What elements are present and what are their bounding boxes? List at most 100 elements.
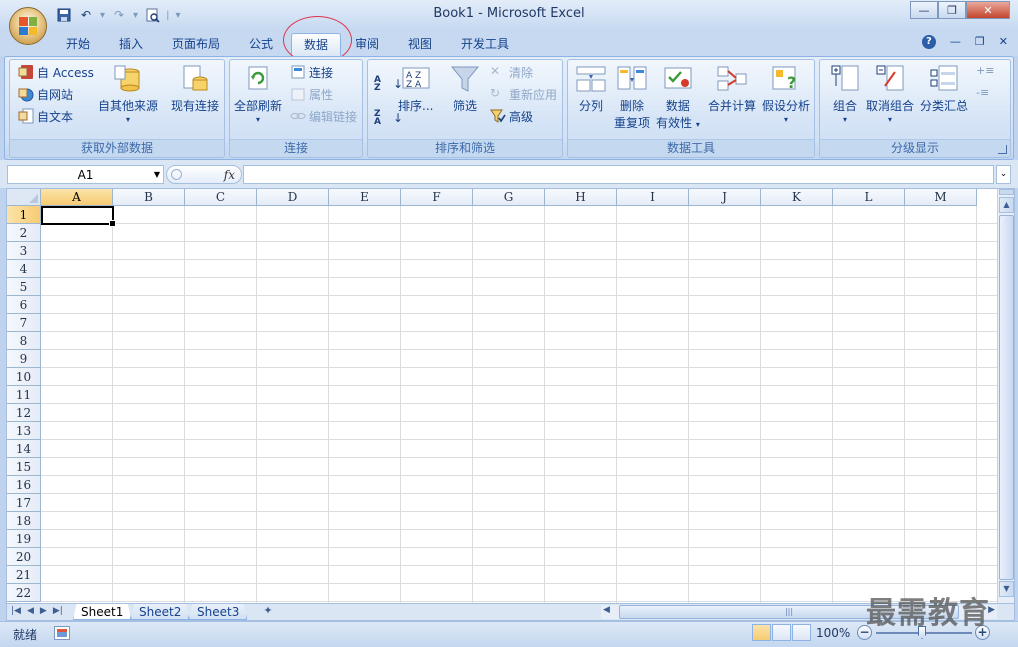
other-sources-button[interactable]: 自其他来源 ▾ [98, 64, 158, 124]
select-all-corner[interactable] [7, 189, 41, 206]
group-button[interactable]: 组合 ▾ [830, 64, 860, 124]
column-header[interactable]: H [545, 189, 617, 206]
close-button[interactable]: ✕ [966, 1, 1010, 19]
ungroup-button[interactable]: 取消组合 ▾ [866, 64, 914, 124]
last-sheet-icon[interactable]: ▶| [53, 606, 63, 616]
column-header[interactable]: C [185, 189, 257, 206]
row-header[interactable]: 20 [7, 548, 41, 566]
column-header[interactable]: L [833, 189, 905, 206]
row-header[interactable]: 11 [7, 386, 41, 404]
tab-view[interactable]: 视图 [398, 33, 442, 56]
what-if-analysis-button[interactable]: ? 假设分析 ▾ [762, 64, 810, 124]
restore-button[interactable]: ❐ [938, 1, 966, 19]
row-header[interactable]: 7 [7, 314, 41, 332]
split-box-vertical[interactable] [999, 189, 1014, 195]
column-header[interactable]: G [473, 189, 545, 206]
next-sheet-icon[interactable]: ▶ [40, 606, 47, 616]
workbook-minimize-icon[interactable]: — [950, 35, 961, 49]
data-validation-button[interactable]: 数据 有效性 ▾ [656, 64, 700, 133]
row-header[interactable]: 19 [7, 530, 41, 548]
sort-button[interactable]: A ZZ A 排序... [398, 64, 433, 115]
row-header[interactable]: 8 [7, 332, 41, 350]
consolidate-button[interactable]: 合并计算 [708, 64, 756, 115]
cell-grid[interactable] [41, 206, 999, 603]
sheet-tab-sheet3[interactable]: Sheet3 [189, 604, 248, 620]
column-header[interactable]: D [257, 189, 329, 206]
column-header[interactable]: E [329, 189, 401, 206]
hide-detail-button[interactable]: -≡ [976, 84, 992, 104]
existing-connections-button[interactable]: 现有连接 [171, 64, 219, 115]
connections-button[interactable]: 连接 [290, 62, 333, 82]
row-header[interactable]: 1 [7, 206, 41, 224]
row-header[interactable]: 16 [7, 476, 41, 494]
tab-home[interactable]: 开始 [56, 33, 100, 56]
macro-record-icon[interactable] [54, 626, 70, 640]
name-box[interactable]: A1 ▼ [7, 165, 164, 184]
vertical-scrollbar[interactable]: ▲ ▼ [997, 189, 1014, 603]
from-web-button[interactable]: 自网站 [18, 84, 73, 104]
minimize-button[interactable]: — [910, 1, 938, 19]
clear-button[interactable]: ✕ 清除 [490, 62, 533, 82]
expand-formula-bar-icon[interactable]: ⌄ [996, 165, 1011, 184]
zoom-level[interactable]: 100% [816, 626, 850, 640]
refresh-all-button[interactable]: 全部刷新 ▾ [234, 64, 282, 124]
filter-button[interactable]: 筛选 [450, 64, 480, 115]
help-icon[interactable]: ? [921, 35, 936, 49]
row-header[interactable]: 2 [7, 224, 41, 242]
text-to-columns-button[interactable]: 分列 [576, 64, 606, 115]
workbook-close-icon[interactable]: ✕ [999, 35, 1008, 49]
advanced-filter-button[interactable]: 高级 [490, 106, 533, 126]
column-header[interactable]: J [689, 189, 761, 206]
edit-links-button[interactable]: 编辑链接 [290, 106, 357, 126]
show-detail-button[interactable]: +≡ [976, 62, 994, 82]
scroll-left-icon[interactable]: ◀ [603, 605, 610, 615]
vertical-scroll-thumb[interactable] [999, 215, 1014, 580]
row-header[interactable]: 5 [7, 278, 41, 296]
page-layout-view-icon[interactable] [772, 624, 791, 641]
column-header[interactable]: B [113, 189, 185, 206]
prev-sheet-icon[interactable]: ◀ [27, 606, 34, 616]
tab-insert[interactable]: 插入 [109, 33, 153, 56]
row-header[interactable]: 12 [7, 404, 41, 422]
row-header[interactable]: 3 [7, 242, 41, 260]
page-break-preview-icon[interactable] [792, 624, 811, 641]
first-sheet-icon[interactable]: |◀ [11, 606, 21, 616]
subtotal-button[interactable]: 分类汇总 [920, 64, 968, 115]
name-box-dropdown-icon[interactable]: ▼ [154, 166, 160, 184]
active-cell-a1[interactable] [41, 206, 116, 227]
remove-duplicates-button[interactable]: 删除 重复项 [614, 64, 650, 132]
row-header[interactable]: 22 [7, 584, 41, 602]
tab-developer[interactable]: 开发工具 [451, 33, 519, 56]
insert-sheet-icon[interactable]: ✦ [255, 604, 281, 620]
row-header[interactable]: 10 [7, 368, 41, 386]
from-access-button[interactable]: 自 Access [18, 62, 94, 82]
column-header[interactable]: M [905, 189, 977, 206]
scroll-down-icon[interactable]: ▼ [999, 581, 1014, 597]
row-header[interactable]: 21 [7, 566, 41, 584]
from-text-button[interactable]: 自文本 [18, 106, 73, 126]
row-header[interactable]: 4 [7, 260, 41, 278]
row-header[interactable]: 13 [7, 422, 41, 440]
row-header[interactable]: 6 [7, 296, 41, 314]
row-header[interactable]: 9 [7, 350, 41, 368]
insert-function-button[interactable]: fx [224, 166, 235, 184]
column-header[interactable]: K [761, 189, 833, 206]
office-button[interactable] [9, 7, 47, 45]
tab-page-layout[interactable]: 页面布局 [162, 33, 230, 56]
reapply-button[interactable]: ↻ 重新应用 [490, 84, 557, 104]
row-header[interactable]: 17 [7, 494, 41, 512]
column-header[interactable]: F [401, 189, 473, 206]
column-header[interactable]: A [41, 189, 113, 206]
normal-view-icon[interactable] [752, 624, 771, 641]
row-header[interactable]: 18 [7, 512, 41, 530]
row-header[interactable]: 15 [7, 458, 41, 476]
properties-button[interactable]: 属性 [290, 84, 333, 104]
workbook-restore-icon[interactable]: ❐ [975, 35, 985, 49]
tab-formulas[interactable]: 公式 [239, 33, 283, 56]
scroll-up-icon[interactable]: ▲ [999, 197, 1014, 213]
outline-dialog-launcher-icon[interactable] [998, 145, 1007, 154]
sheet-tab-sheet2[interactable]: Sheet2 [131, 604, 190, 620]
sheet-tab-sheet1[interactable]: Sheet1 [73, 604, 132, 620]
formula-input[interactable] [243, 165, 994, 184]
row-header[interactable]: 14 [7, 440, 41, 458]
